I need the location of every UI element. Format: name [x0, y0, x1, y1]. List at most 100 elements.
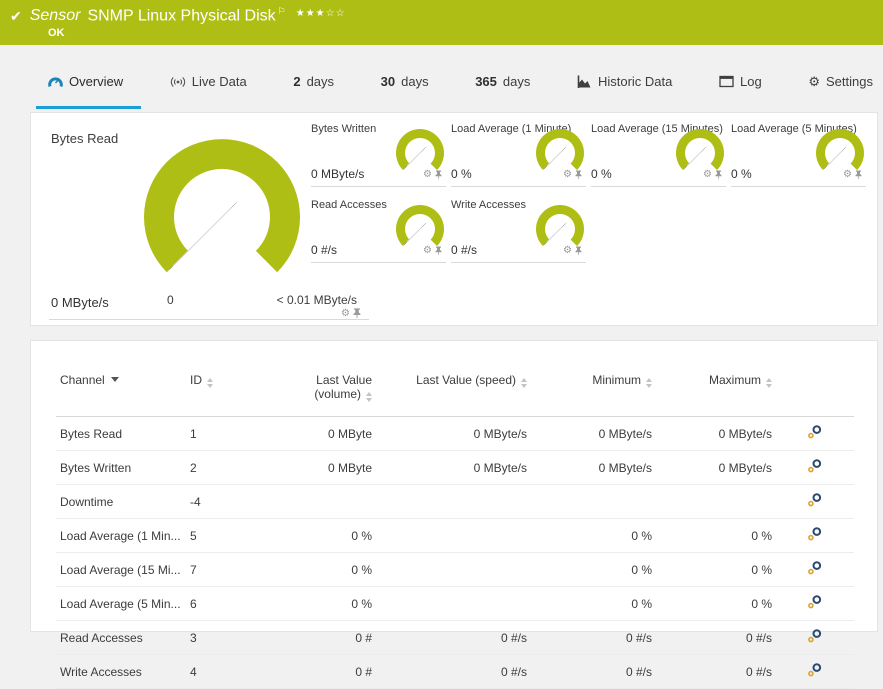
- cell-min: 0 #/s: [625, 630, 652, 645]
- tab-settings[interactable]: ⚙ Settings: [806, 62, 875, 102]
- gear-icon[interactable]: ⚙: [563, 246, 572, 256]
- channel-settings-wrench-icon[interactable]: [807, 662, 823, 681]
- priority-star-rating[interactable]: ★★★☆☆: [296, 8, 346, 19]
- channel-settings-wrench-icon[interactable]: [807, 492, 823, 511]
- gauge-value: 0 %: [731, 167, 752, 181]
- cell-channel: Write Accesses: [60, 664, 142, 679]
- gear-icon[interactable]: ⚙: [423, 170, 432, 180]
- gauge-arc: [396, 129, 444, 170]
- tab-365-days[interactable]: 365 days: [473, 62, 532, 102]
- pin-icon[interactable]: [575, 242, 582, 260]
- pin-icon[interactable]: [575, 166, 582, 184]
- cell-last_speed: 0 MByte/s: [473, 426, 527, 441]
- pin-icon[interactable]: [435, 166, 442, 184]
- tab-number: 365: [475, 74, 497, 89]
- gauges-panel: Bytes Read 0 < 0.01 MByte/s 0 MByte/s ⚙ …: [30, 112, 878, 326]
- broadcast-icon: [170, 76, 186, 88]
- flag-icon[interactable]: ⚐: [278, 6, 286, 16]
- cell-max: 0 MByte/s: [718, 426, 772, 441]
- gauge-read-accesses: Read Accesses 0 #/s ⚙: [311, 199, 450, 263]
- column-header-channel[interactable]: Channel: [56, 369, 186, 417]
- divider: [451, 262, 586, 263]
- cell-last_volume: 0 %: [351, 596, 372, 611]
- gear-icon[interactable]: ⚙: [563, 170, 572, 180]
- gauge-scale-min: 0: [167, 293, 174, 307]
- status-badge: OK: [48, 27, 65, 39]
- pin-icon[interactable]: [435, 242, 442, 260]
- channel-table-wrap: Channel ID Last Value (volume) Last Value (…: [31, 341, 877, 689]
- tab-log[interactable]: Log: [717, 62, 764, 102]
- cell-channel: Read Accesses: [60, 630, 143, 645]
- cell-channel: Downtime: [60, 494, 114, 509]
- gauge-action-icons: ⚙: [341, 305, 361, 323]
- cell-actions: [776, 485, 854, 519]
- cell-last_volume: 0 MByte: [327, 460, 372, 475]
- gauge-arc: [396, 205, 444, 246]
- cell-id: 3: [190, 630, 197, 645]
- channel-settings-wrench-icon[interactable]: [807, 526, 823, 545]
- channel-settings-wrench-icon[interactable]: [807, 424, 823, 443]
- cell-last_speed: 0 MByte/s: [473, 460, 527, 475]
- cell-id: 6: [190, 596, 197, 611]
- channel-settings-wrench-icon[interactable]: [807, 628, 823, 647]
- table-row: Downtime -4: [56, 485, 854, 519]
- gear-icon: ⚙: [808, 74, 820, 89]
- cell-max: 0 %: [751, 596, 772, 611]
- cell-channel: Bytes Read: [60, 426, 123, 441]
- tab-label: Live Data: [191, 74, 247, 89]
- gauge-label: Bytes Read: [51, 131, 119, 146]
- cell-channel: Load Average (5 Min...: [60, 596, 181, 611]
- cell-min: 0 %: [631, 596, 652, 611]
- cell-max: 0 #/s: [745, 630, 772, 645]
- sort-toggle-icon: [366, 392, 372, 402]
- channel-table: Channel ID Last Value (volume) Last Value (…: [56, 369, 854, 689]
- tab-overview[interactable]: Overview: [36, 62, 142, 109]
- channel-table-body: Bytes Read 1 0 MByte 0 MByte/s 0 MByte/s 0 MB…: [56, 417, 854, 689]
- pin-icon[interactable]: [353, 305, 361, 323]
- table-row: Load Average (5 Min... 6 0 % 0 % 0 %: [56, 587, 854, 621]
- channel-settings-wrench-icon[interactable]: [807, 458, 823, 477]
- pin-icon[interactable]: [715, 166, 722, 184]
- tab-historic-data[interactable]: Historic Data: [575, 62, 674, 102]
- column-header-last-value-speed[interactable]: Last Value (speed): [376, 369, 531, 417]
- cell-max: 0 %: [751, 528, 772, 543]
- sort-desc-icon: [110, 377, 119, 382]
- table-row: Load Average (15 Mi... 7 0 % 0 % 0 %: [56, 553, 854, 587]
- cell-actions: [776, 451, 854, 485]
- cell-last_speed: [376, 519, 531, 553]
- gear-icon[interactable]: ⚙: [703, 170, 712, 180]
- page-title-text: SNMP Linux Physical Disk: [87, 7, 276, 25]
- column-header-label: Maximum: [708, 373, 761, 387]
- gauge-action-icons: ⚙: [843, 166, 862, 184]
- cell-max: 0 #/s: [745, 664, 772, 679]
- bytes-read-gauge: [137, 129, 307, 304]
- gauge-label: Bytes Written: [311, 123, 377, 135]
- column-header-last-value-volume[interactable]: Last Value (volume): [281, 369, 376, 417]
- sensor-header-line: ✔ Sensor SNMP Linux Physical Disk ⚐ ★★★☆☆: [10, 6, 346, 25]
- gauge-action-icons: ⚙: [423, 166, 442, 184]
- table-row: Read Accesses 3 0 # 0 #/s 0 #/s 0 #/s: [56, 621, 854, 655]
- tab-30-days[interactable]: 30 days: [379, 62, 431, 102]
- divider: [49, 319, 369, 320]
- cell-max: 0 %: [751, 562, 772, 577]
- tab-live-data[interactable]: Live Data: [168, 62, 249, 102]
- gauge-load-average-5-minutes: Load Average (5 Minutes) 0 % ⚙: [731, 123, 870, 187]
- tab-2-days[interactable]: 2 days: [291, 62, 336, 102]
- gear-icon[interactable]: ⚙: [843, 170, 852, 180]
- cell-last_speed: 0 #/s: [500, 630, 527, 645]
- column-header-maximum[interactable]: Maximum: [656, 369, 776, 417]
- cell-min: 0 #/s: [625, 664, 652, 679]
- tab-label: Log: [740, 74, 762, 89]
- cell-actions: [776, 655, 854, 689]
- channel-settings-wrench-icon[interactable]: [807, 594, 823, 613]
- gear-icon[interactable]: ⚙: [341, 309, 350, 319]
- status-ok-check-icon: ✔: [10, 8, 22, 25]
- gear-icon[interactable]: ⚙: [423, 246, 432, 256]
- cell-max: [656, 485, 776, 519]
- pin-icon[interactable]: [855, 166, 862, 184]
- channel-settings-wrench-icon[interactable]: [807, 560, 823, 579]
- column-header-minimum[interactable]: Minimum: [531, 369, 656, 417]
- divider: [311, 186, 446, 187]
- column-header-id[interactable]: ID: [186, 369, 281, 417]
- cell-id: 5: [190, 528, 197, 543]
